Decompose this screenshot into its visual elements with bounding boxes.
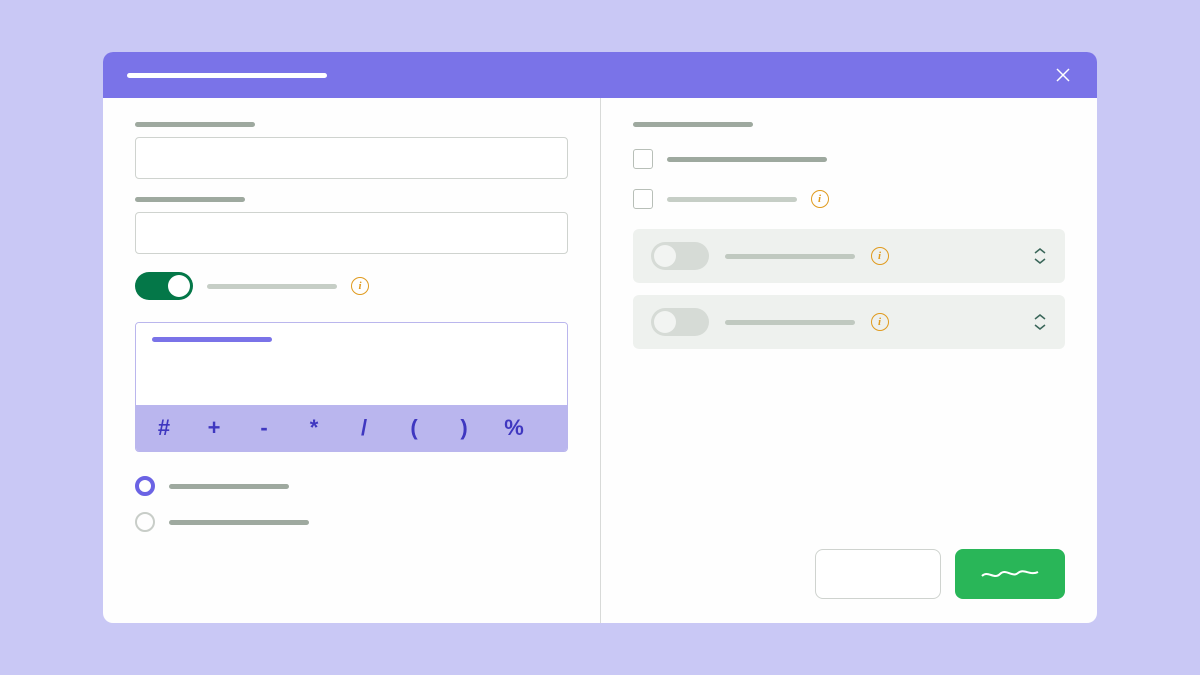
toggle-row-1: i [135,272,568,300]
chevron-down-icon [1033,323,1047,331]
toggle-knob [654,245,676,267]
operator-rparen[interactable]: ) [452,415,476,441]
formula-input[interactable] [136,323,567,405]
formula-box: # + - * / ( ) % [135,322,568,452]
field-group-1 [135,122,568,179]
stepper-2[interactable] [1033,313,1047,331]
field-1-label [135,122,255,127]
toggle-card-2-label [725,320,855,325]
field-2-label [135,197,245,202]
chevron-down-icon [1033,257,1047,265]
toggle-card-1-label [725,254,855,259]
info-icon[interactable]: i [811,190,829,208]
checkbox-row-1 [633,149,1066,169]
toggle-knob [168,275,190,297]
formula-label [152,337,272,342]
field-1-input[interactable] [135,137,568,179]
radio-option-2[interactable] [135,512,155,532]
operator-hash[interactable]: # [152,415,176,441]
modal-title [127,73,327,78]
chevron-up-icon [1033,247,1047,255]
toggle-card-1-toggle[interactable] [651,242,709,270]
field-group-2 [135,197,568,254]
operator-divide[interactable]: / [352,415,376,441]
toggle-card-2: i [633,295,1066,349]
squiggle-icon [980,566,1040,582]
operator-bar: # + - * / ( ) % [136,405,567,451]
stepper-1[interactable] [1033,247,1047,265]
radio-option-1[interactable] [135,476,155,496]
modal-body: i # + - * / ( ) % [103,98,1097,623]
action-buttons [633,549,1066,599]
radio-group [135,476,568,532]
chevron-up-icon [1033,313,1047,321]
toggle-1-label [207,284,337,289]
radio-row-1 [135,476,568,496]
checkbox-2[interactable] [633,189,653,209]
radio-2-label [169,520,309,525]
checkbox-row-2: i [633,189,1066,209]
operator-lparen[interactable]: ( [402,415,426,441]
info-icon[interactable]: i [871,313,889,331]
close-button[interactable] [1053,65,1073,85]
field-2-input[interactable] [135,212,568,254]
toggle-card-2-toggle[interactable] [651,308,709,336]
cancel-button[interactable] [815,549,941,599]
info-icon[interactable]: i [871,247,889,265]
section-label [633,122,753,127]
operator-minus[interactable]: - [252,415,276,441]
checkbox-1-label [667,157,827,162]
operator-plus[interactable]: + [202,415,226,441]
submit-button[interactable] [955,549,1065,599]
checkbox-1[interactable] [633,149,653,169]
radio-1-label [169,484,289,489]
left-column: i # + - * / ( ) % [103,98,601,623]
right-column: i i i [601,98,1098,623]
toggle-knob [654,311,676,333]
radio-row-2 [135,512,568,532]
operator-multiply[interactable]: * [302,415,326,441]
operator-percent[interactable]: % [502,415,526,441]
modal-dialog: i # + - * / ( ) % [103,52,1097,623]
close-icon [1055,67,1071,83]
info-icon[interactable]: i [351,277,369,295]
checkbox-2-label [667,197,797,202]
toggle-card-1: i [633,229,1066,283]
toggle-1[interactable] [135,272,193,300]
modal-header [103,52,1097,98]
